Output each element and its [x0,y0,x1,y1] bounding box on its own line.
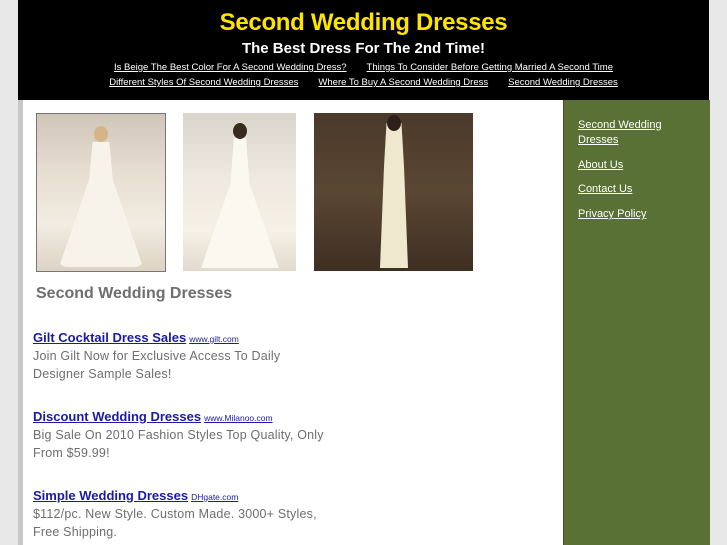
right-margin [709,0,727,545]
ad-url-link[interactable]: DHgate.com [191,492,238,502]
model-head [387,115,401,131]
main-content: Second Wedding Dresses Gilt Cocktail Dre… [18,100,563,545]
dress-photo-2 [183,113,296,271]
page-heading: Second Wedding Dresses [36,285,233,302]
ad-description-line: Designer Sample Sales! [33,366,172,381]
ad-description-line: Free Shipping. [33,524,118,539]
dress-figure [380,123,408,268]
dress-figure [59,142,143,267]
ad-description-line: Big Sale On 2010 Fashion Styles Top Qual… [33,428,324,442]
sidebar: Second Wedding Dresses About Us Contact … [563,100,710,545]
ad-description-line: $112/pc. New Style. Custom Made. 3000+ S… [33,507,317,521]
site-title[interactable]: Second Wedding Dresses [18,9,709,37]
ad-title-link[interactable]: Discount Wedding Dresses [33,409,201,424]
ad-title-link[interactable]: Simple Wedding Dresses [33,488,188,503]
dress-photo-3 [314,113,473,271]
top-nav-row-2: Different Styles Of Second Wedding Dress… [18,77,709,88]
ad-block: Simple Wedding Dresses DHgate.com $112/pc… [33,487,333,541]
ad-description: Join Gilt Now for Exclusive Access To Da… [33,348,333,383]
dress-photo-1 [36,113,166,272]
ad-title-link[interactable]: Gilt Cocktail Dress Sales [33,330,186,345]
site-header: Second Wedding Dresses The Best Dress Fo… [18,0,709,100]
left-margin [0,0,18,545]
ad-description: Big Sale On 2010 Fashion Styles Top Qual… [33,427,333,462]
nav-link-beige-color[interactable]: Is Beige The Best Color For A Second Wed… [114,62,347,73]
model-head [94,126,108,142]
ad-url-link[interactable]: www.gilt.com [189,334,239,344]
sidebar-link-contact-us[interactable]: Contact Us [578,182,688,197]
ad-description-line: Join Gilt Now for Exclusive Access To Da… [33,349,281,363]
nav-link-different-styles[interactable]: Different Styles Of Second Wedding Dress… [109,77,298,88]
ad-block: Discount Wedding Dresses www.Milanoo.com … [33,408,333,462]
sidebar-link-second-wedding-dresses[interactable]: Second Wedding Dresses [578,118,688,148]
nav-link-second-wedding-dresses[interactable]: Second Wedding Dresses [508,77,618,88]
site-tagline: The Best Dress For The 2nd Time! [241,40,486,57]
dress-figure [201,138,279,268]
top-nav-row-1: Is Beige The Best Color For A Second Wed… [18,62,709,73]
sidebar-link-about-us[interactable]: About Us [578,158,688,173]
ad-description: $112/pc. New Style. Custom Made. 3000+ S… [33,506,333,541]
ad-description-line: From $59.99! [33,445,110,460]
nav-link-things-to-consider[interactable]: Things To Consider Before Getting Marrie… [367,62,613,73]
ad-block: Gilt Cocktail Dress Sales www.gilt.com Jo… [33,329,333,383]
model-head [233,123,247,139]
sidebar-link-privacy-policy[interactable]: Privacy Policy [578,207,688,222]
ad-url-link[interactable]: www.Milanoo.com [204,413,273,423]
nav-link-where-to-buy[interactable]: Where To Buy A Second Wedding Dress [318,77,488,88]
